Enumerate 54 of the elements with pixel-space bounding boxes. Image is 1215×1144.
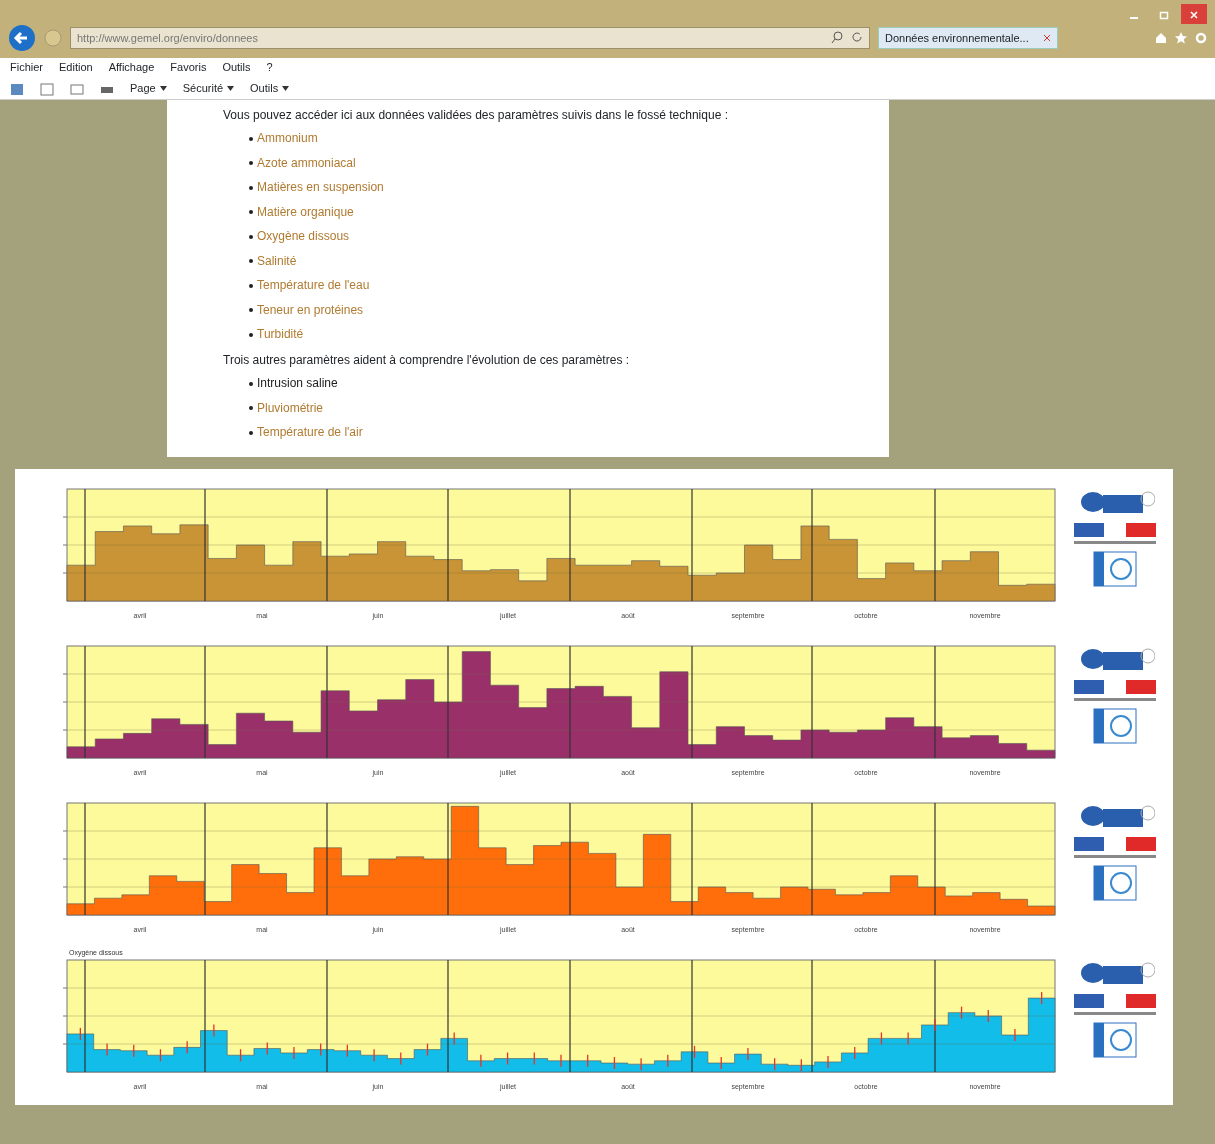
logo-drawing <box>1093 1022 1137 1058</box>
star-icon[interactable] <box>1175 32 1187 44</box>
parameter-link[interactable]: Pluviométrie <box>257 399 324 417</box>
logo-drawing <box>1093 551 1137 587</box>
address-field[interactable]: http://www.gemel.org/enviro/donnees <box>70 27 870 49</box>
minimize-icon <box>1130 16 1138 19</box>
command-menu[interactable]: Page <box>130 80 167 97</box>
restore-icon <box>1159 9 1169 20</box>
bullet-icon <box>249 332 253 337</box>
menu-item[interactable]: Fichier <box>10 59 43 77</box>
intro-text: Vous pouvez accéder ici aux données validées des paramètres suivis dans le fossé technique : <box>223 107 729 124</box>
bullet-icon <box>249 210 253 214</box>
parameter-link[interactable]: Matière organique <box>257 203 354 221</box>
menu-item[interactable]: Outils <box>222 59 251 77</box>
caret-icon <box>282 86 290 91</box>
bullet-icon <box>249 259 253 263</box>
bullet-icon <box>249 161 253 165</box>
caret-icon <box>227 86 235 91</box>
menu-item[interactable]: Affichage <box>108 59 155 77</box>
menu-item[interactable]: ? <box>266 59 273 77</box>
parameter-text: Intrusion saline <box>257 375 338 392</box>
bullet-icon <box>249 308 253 312</box>
bullet-icon <box>249 381 253 386</box>
close-icon <box>1189 9 1199 20</box>
logo-drawing <box>1093 865 1137 901</box>
back-button[interactable] <box>8 24 36 52</box>
parameter-link[interactable]: Ammonium <box>257 130 318 147</box>
logo-drawing <box>1093 708 1137 744</box>
parameter-link[interactable]: Température de l'air <box>257 424 363 441</box>
parameter-link[interactable]: Matières en suspension <box>257 179 384 196</box>
bullet-icon <box>249 185 253 190</box>
intro-text: Trois autres paramètres aident à comprendre l'évolution de ces paramètres : <box>223 352 631 369</box>
parameter-link[interactable]: Oxygène dissous <box>257 228 350 245</box>
parameter-link[interactable]: Teneur en protéines <box>257 301 364 319</box>
parameter-link[interactable]: Azote ammoniacal <box>257 154 356 172</box>
refresh-icon[interactable] <box>851 30 863 44</box>
bullet-icon <box>249 283 253 288</box>
bullet-icon <box>249 406 253 410</box>
search-icon[interactable] <box>831 30 843 44</box>
close-button[interactable] <box>1181 4 1207 24</box>
parameter-link[interactable]: Turbidité <box>257 326 304 343</box>
close-icon[interactable] <box>1043 34 1051 42</box>
bullet-icon <box>249 136 253 141</box>
bullet-icon <box>249 430 253 435</box>
parameter-link[interactable]: Température de l'eau <box>257 277 370 294</box>
command-menu[interactable]: Outils <box>250 80 290 97</box>
bullet-icon <box>249 234 253 239</box>
command-menu[interactable]: Sécurité <box>182 80 235 97</box>
menu-item[interactable]: Favoris <box>170 59 207 77</box>
menu-item[interactable]: Edition <box>59 59 93 77</box>
caret-icon <box>159 86 167 91</box>
parameter-link[interactable]: Salinité <box>257 252 297 270</box>
browser-tab[interactable]: Données environnementale... <box>878 27 1058 49</box>
forward-button[interactable] <box>44 29 62 47</box>
